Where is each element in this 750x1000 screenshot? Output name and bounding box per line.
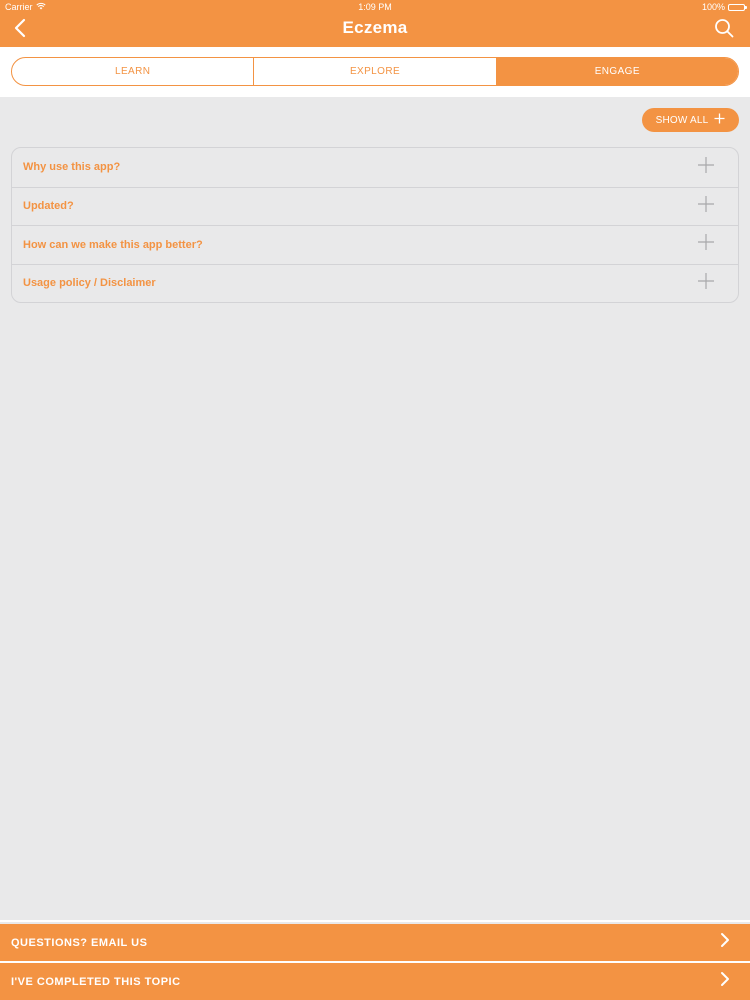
tab-label: LEARN [114, 66, 151, 77]
plus-icon [714, 113, 725, 127]
accordion-item-usage-policy[interactable]: Usage policy / Disclaimer [12, 263, 738, 303]
accordion-item-why-use[interactable]: Why use this app? [12, 148, 738, 187]
chevron-right-icon [720, 971, 730, 992]
tab-explore[interactable]: EXPLORE [253, 58, 495, 85]
email-us-button[interactable]: QUESTIONS? EMAIL US [0, 924, 750, 961]
accordion-title: Why use this app? [23, 161, 121, 174]
show-all-button[interactable]: SHOW ALL [642, 108, 739, 132]
plus-icon [698, 195, 714, 217]
completed-topic-button[interactable]: I'VE COMPLETED THIS TOPIC [0, 963, 750, 1000]
show-all-label: SHOW ALL [655, 114, 709, 126]
plus-icon [698, 234, 714, 255]
email-us-label: QUESTIONS? EMAIL US [11, 936, 148, 949]
completed-topic-label: I'VE COMPLETED THIS TOPIC [11, 975, 181, 988]
page-title: Eczema [342, 18, 408, 37]
chevron-right-icon [720, 932, 730, 953]
accordion-title: Usage policy / Disclaimer [23, 277, 156, 290]
battery-icon [728, 3, 747, 11]
accordion-title: Updated? [23, 200, 74, 213]
faq-accordion: Why use this app? Updated? How can we ma… [11, 147, 739, 303]
status-time: 1:09 PM [358, 2, 392, 12]
footer-divider [0, 920, 750, 922]
search-button[interactable] [712, 18, 736, 42]
nav-header: Carrier 1:09 PM 100% Eczema [0, 0, 750, 47]
accordion-item-updated[interactable]: Updated? [12, 186, 738, 226]
tab-label: ENGAGE [594, 66, 640, 77]
status-bar: Carrier 1:09 PM 100% [0, 0, 750, 14]
tab-engage[interactable]: ENGAGE [495, 58, 738, 85]
accordion-item-feedback[interactable]: How can we make this app better? [12, 225, 738, 264]
accordion-title: How can we make this app better? [23, 238, 203, 251]
segment-bar: LEARN EXPLORE ENGAGE [0, 47, 750, 97]
plus-icon [698, 156, 714, 178]
segmented-control: LEARN EXPLORE ENGAGE [11, 57, 739, 86]
plus-icon [698, 272, 714, 294]
search-icon [714, 18, 734, 43]
battery-percent: 100% [701, 2, 725, 12]
tab-learn[interactable]: LEARN [12, 58, 253, 85]
tab-label: EXPLORE [349, 66, 401, 77]
status-battery-group: 100% [701, 0, 747, 14]
